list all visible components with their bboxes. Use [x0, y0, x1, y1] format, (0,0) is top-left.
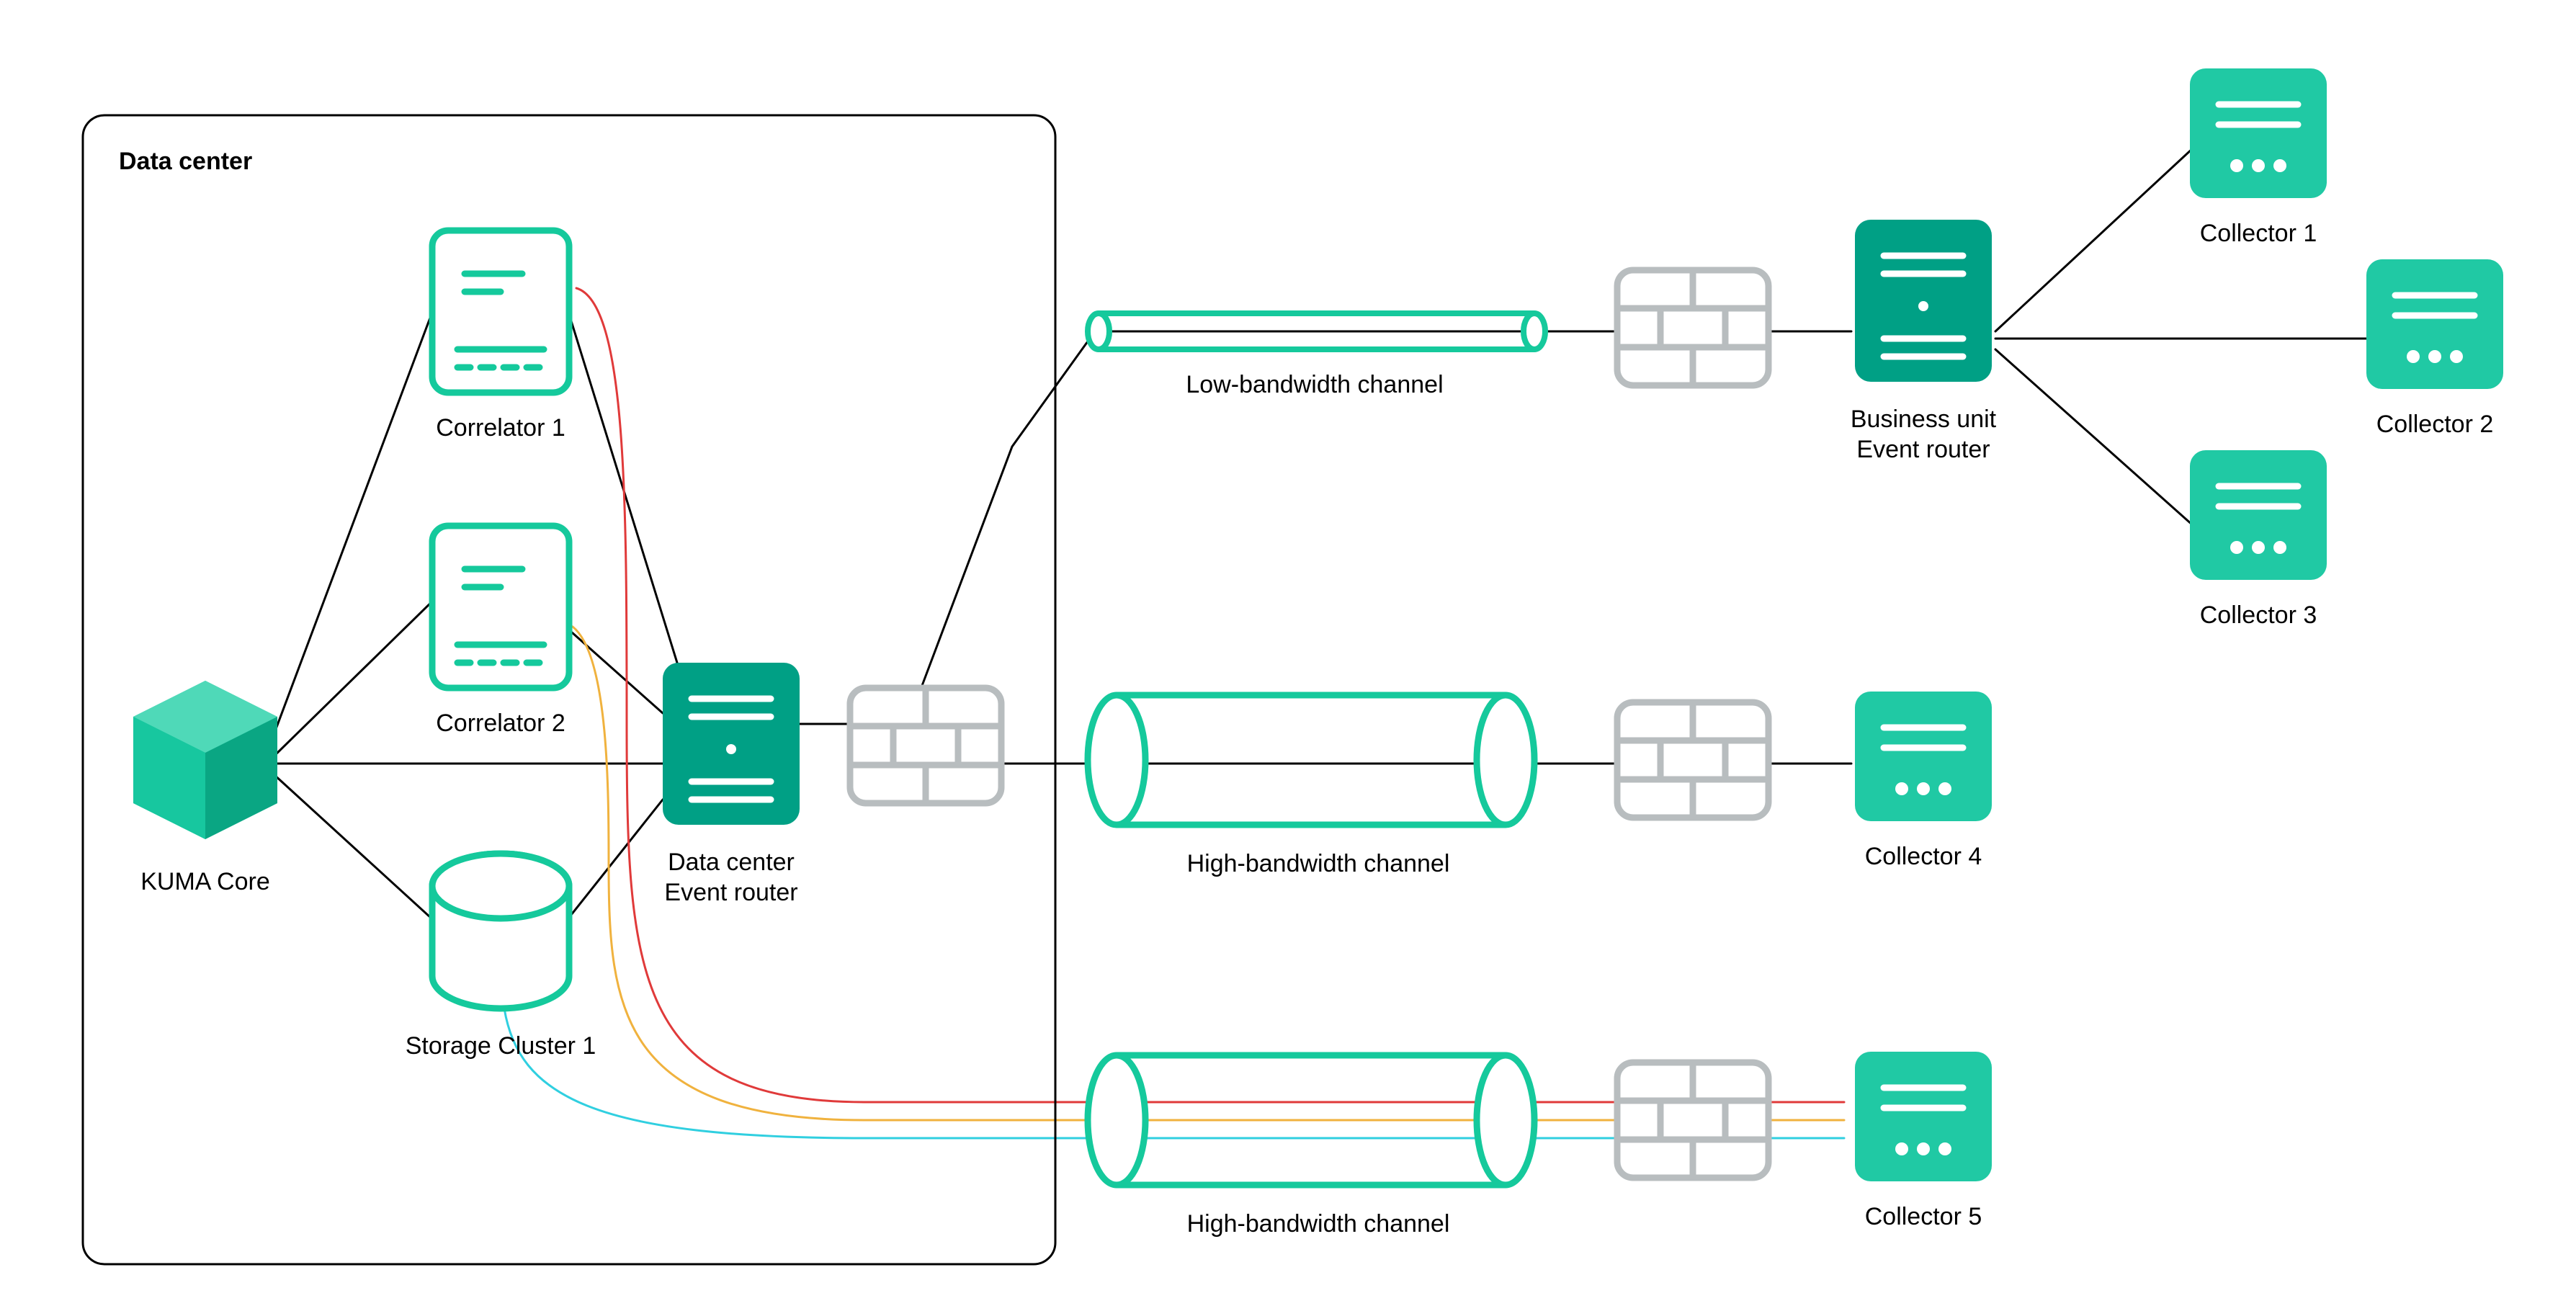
firewall-mid-icon — [1617, 702, 1768, 818]
firewall-dc-icon — [850, 688, 1001, 803]
collector-1-icon — [2190, 68, 2327, 198]
low-bandwidth-label: Low-bandwidth channel — [1186, 371, 1443, 398]
collector-1-label: Collector 1 — [2200, 220, 2317, 247]
edge-burouter-to-collector1 — [1995, 148, 2193, 331]
edge-storage-to-dcrouter — [565, 800, 663, 922]
correlator-2-icon — [432, 526, 569, 688]
dc-event-router-label-2: Event router — [664, 879, 797, 906]
high-bandwidth-1-label: High-bandwidth channel — [1187, 850, 1450, 877]
collector-5-label: Collector 5 — [1865, 1203, 1982, 1230]
high-bandwidth-2-label: High-bandwidth channel — [1187, 1210, 1450, 1238]
storage-cluster-icon — [432, 854, 569, 1008]
edge-core-to-storage — [274, 774, 439, 926]
correlator-1-label: Correlator 1 — [436, 414, 565, 442]
bu-event-router-label-1: Business unit — [1851, 406, 1997, 433]
collector-2-icon — [2366, 259, 2503, 389]
high-bandwidth-pipe-1-icon — [1088, 695, 1534, 825]
collector-4-label: Collector 4 — [1865, 843, 1982, 870]
bu-event-router-label-2: Event router — [1856, 436, 1990, 463]
collector-2-label: Collector 2 — [2376, 411, 2494, 438]
collector-3-icon — [2190, 450, 2327, 580]
dc-event-router-icon — [663, 663, 800, 825]
edge-core-to-correlator2 — [274, 598, 436, 756]
storage-cluster-label: Storage Cluster 1 — [406, 1032, 596, 1060]
collector-3-label: Collector 3 — [2200, 601, 2317, 629]
edge-correlator2-to-dcrouter — [565, 627, 663, 713]
dc-event-router-label-1: Data center — [668, 849, 795, 876]
edge-correlator1-to-dcrouter — [565, 303, 677, 663]
kuma-core-icon — [133, 681, 277, 839]
correlator-2-label: Correlator 2 — [436, 710, 565, 737]
collector-4-icon — [1855, 692, 1992, 821]
bu-event-router-icon — [1855, 220, 1992, 382]
firewall-top-icon — [1617, 270, 1768, 385]
correlator-1-icon — [432, 231, 569, 393]
firewall-bot-icon — [1617, 1062, 1768, 1178]
edge-core-to-correlator1 — [274, 303, 436, 735]
edge-burouter-to-collector3 — [1995, 349, 2193, 526]
data-center-label: Data center — [119, 148, 252, 175]
kuma-core-label: KUMA Core — [140, 868, 270, 895]
collector-5-icon — [1855, 1052, 1992, 1181]
